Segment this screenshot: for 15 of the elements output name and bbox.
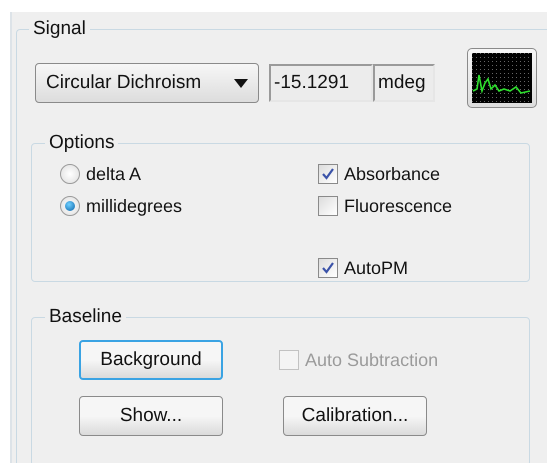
group-title: Baseline (48, 306, 123, 328)
checkbox-label: Auto Subtraction (305, 350, 438, 370)
checkbox-label: AutoPM (344, 258, 408, 278)
unit-field: mdeg (373, 64, 435, 102)
checkbox-label: Fluorescence (344, 196, 452, 216)
group-title: Signal (32, 18, 87, 40)
push-button[interactable]: Show... (79, 396, 223, 436)
signal-dropdown[interactable]: Circular Dichroism (35, 63, 259, 103)
radio-label: delta A (86, 164, 142, 184)
checkbox-label: Absorbance (344, 164, 440, 184)
group-title: Options (48, 132, 116, 154)
radio-label: millidegrees (86, 196, 182, 216)
push-button[interactable]: Calibration... (283, 396, 427, 436)
value-field: -15.1291 (269, 64, 373, 102)
push-button[interactable]: Background (79, 340, 223, 380)
